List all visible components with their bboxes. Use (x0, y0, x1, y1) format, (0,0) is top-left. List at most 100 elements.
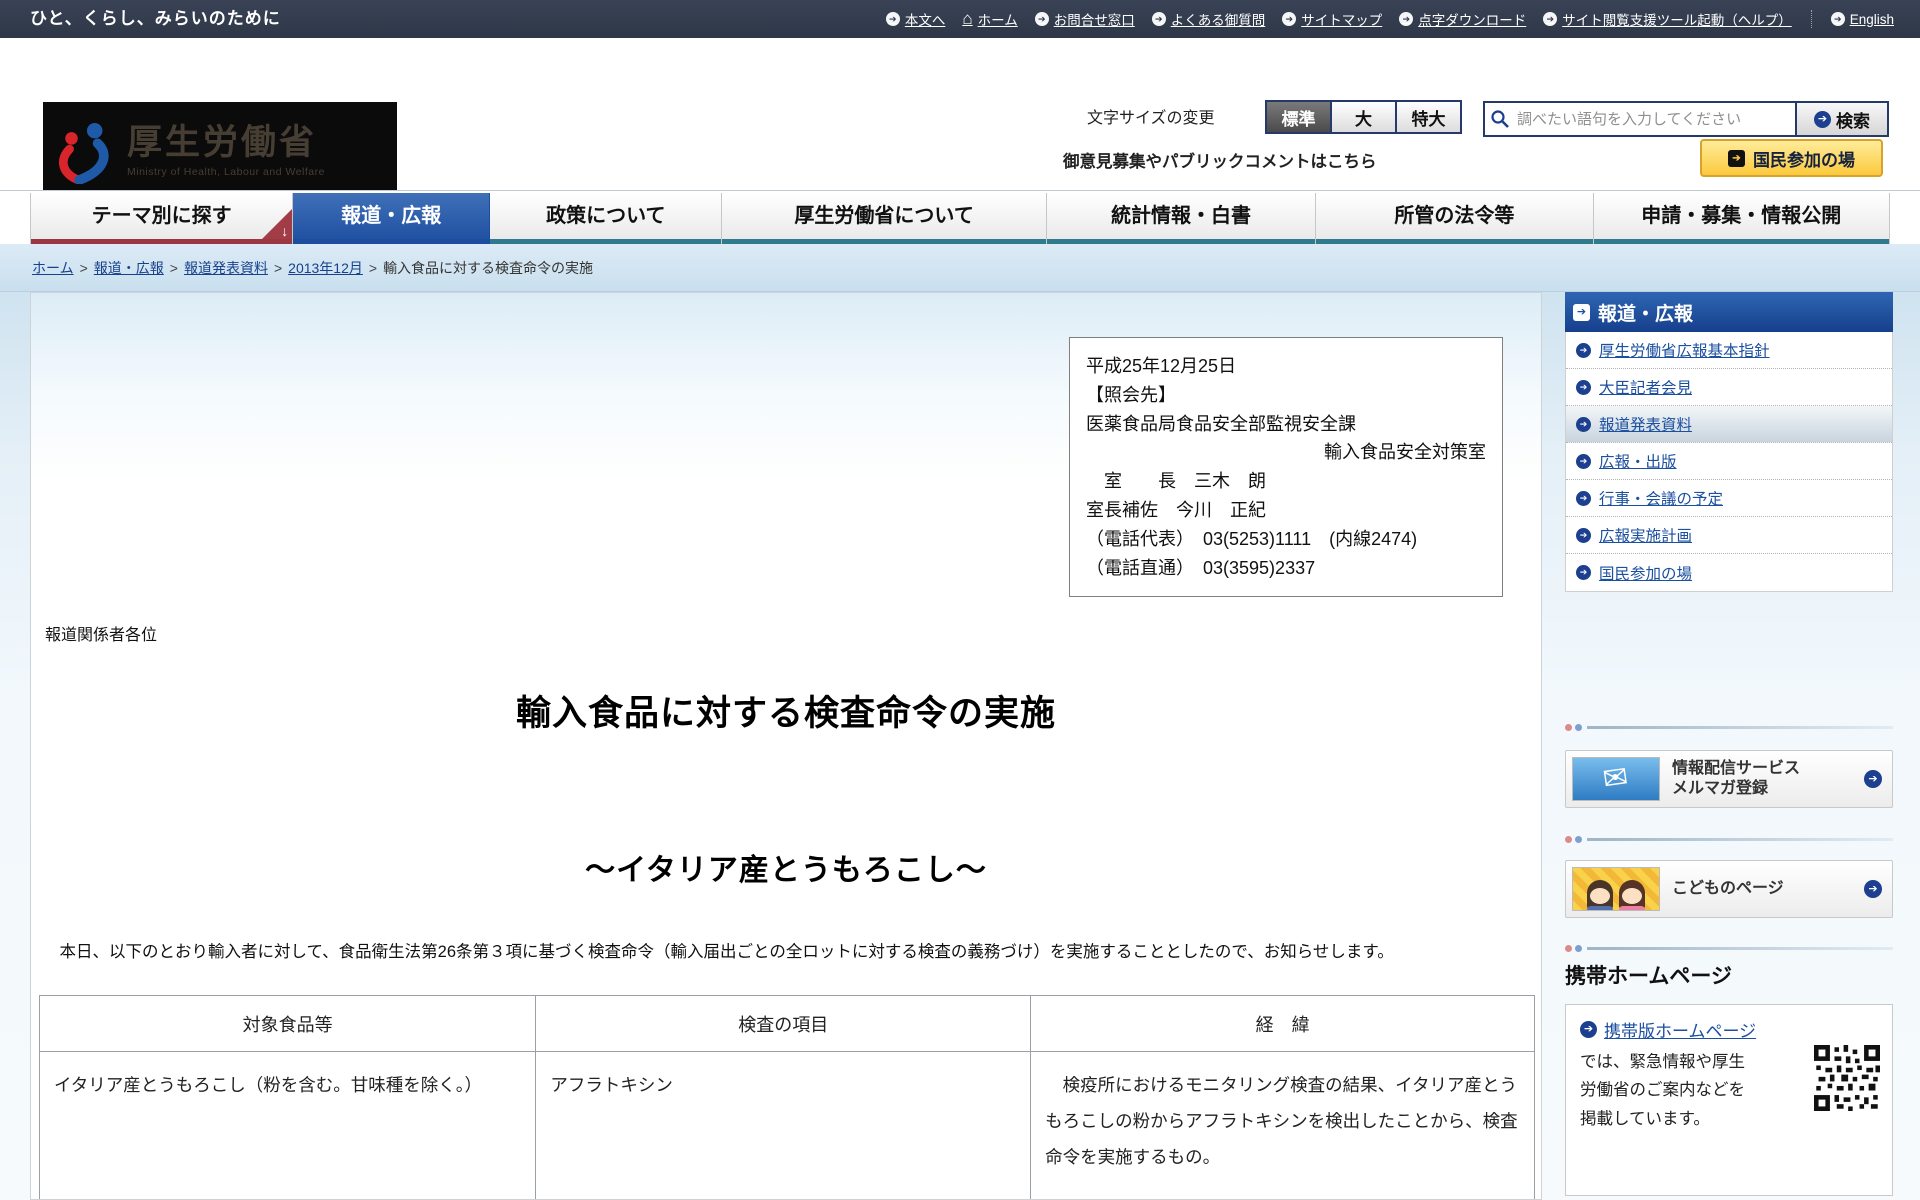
contact-office: 輸入食品安全対策室 (1324, 442, 1486, 463)
col-inspection-item: 検査の項目 (535, 995, 1032, 1052)
contact-deputy: 室長補佐 今川 正紀 (1086, 499, 1266, 520)
contact-director: 室 長 三木 朗 (1086, 471, 1266, 492)
salutation: 報道関係者各位 (45, 627, 158, 644)
logo-title: 厚生労働省 (127, 123, 318, 163)
lead-paragraph: 本日、以下のとおり輸入者に対して、食品衛生法第26条第３項に基づく検査命令（輸入… (43, 943, 1394, 961)
tab-laws[interactable]: 所管の法令等 (1316, 193, 1594, 245)
mail-banner-icon: ✉ (1572, 757, 1660, 801)
font-size-standard-button[interactable]: 標準 (1265, 100, 1332, 134)
topbar-link-contact[interactable]: ➔ お問合せ窓口 (1034, 9, 1135, 29)
mobile-homepage-text: では、緊急情報や厚生労働省のご案内などを掲載しています。 (1580, 1053, 1745, 1128)
page-title: 輸入食品に対する検査命令の実施 (515, 694, 1056, 733)
font-size-xlarge-button[interactable]: 特大 (1395, 100, 1462, 134)
mhlw-logo[interactable]: 厚生労働省 Ministry of Health, Labour and Wel… (43, 102, 397, 200)
kids-banner-label: こどものページ (1672, 880, 1784, 897)
public-comment-text: 御意見募集やパブリックコメントはこちら (1063, 153, 1377, 171)
arrow-circle-icon: ➔ (1282, 12, 1297, 26)
topbar-link-main-content[interactable]: ➔ 本文へ (885, 9, 945, 29)
kids-banner-icon (1572, 867, 1660, 911)
red-dot-icon (1565, 723, 1572, 731)
topbar-link-english[interactable]: ➔ English (1830, 12, 1894, 27)
arrow-circle-icon: ➔ (1576, 379, 1591, 395)
arrow-circle-icon: ➔ (1814, 110, 1831, 128)
arrow-circle-icon: ➔ (1034, 12, 1049, 26)
topbar-divider (1810, 10, 1812, 28)
topbar-link-home[interactable]: ⌂ ホーム (962, 9, 1017, 29)
sidebar-item-press-releases[interactable]: ➔ 報道発表資料 (1566, 406, 1892, 443)
contact-phone-direct: （電話直通） 03(3595)2337 (1086, 557, 1316, 578)
kids-page-banner[interactable]: こどものページ ➔ (1565, 860, 1893, 918)
arrow-circle-icon: ➔ (1576, 565, 1591, 580)
utility-links: ➔ 本文へ ⌂ ホーム ➔ お問合せ窓口 ➔ よくある御質問 ➔ サイトマップ ➔ 点字ダウ… (885, 0, 1894, 38)
mobile-homepage-box: ➔ 携帯版ホームページ では、緊急情報や厚生労働省のご案内などを掲載しています。 (1565, 1004, 1893, 1196)
mobile-homepage-link[interactable]: 携帯版ホームページ (1604, 1017, 1756, 1042)
sidebar-divider (1565, 944, 1893, 952)
sidebar-header-press[interactable]: ➔ 報道・広報 (1565, 292, 1893, 332)
tab-about-mhlw[interactable]: 厚生労働省について (722, 193, 1047, 245)
arrow-circle-icon: ➔ (1576, 342, 1591, 358)
utility-topbar: ひと、くらし、みらいのために ➔ 本文へ ⌂ ホーム ➔ お問合せ窓口 ➔ よくある御質… (0, 0, 1920, 38)
tab-themes[interactable]: テーマ別に探す ↓ (30, 193, 294, 245)
search-icon (1491, 110, 1509, 128)
font-size-large-button[interactable]: 大 (1330, 100, 1397, 134)
blue-dot-icon (1575, 944, 1582, 952)
sidebar-item-pr-policy[interactable]: ➔ 厚生労働省広報基本指針 (1566, 332, 1892, 369)
arrow-circle-icon: ➔ (1151, 12, 1166, 26)
tab-statistics[interactable]: 統計情報・白書 (1046, 193, 1317, 245)
sidebar-item-pr-plan[interactable]: ➔ 広報実施計画 (1566, 517, 1892, 554)
breadcrumb-press-releases[interactable]: 報道発表資料 (184, 260, 268, 276)
sidebar: ➔ 報道・広報 ➔ 厚生労働省広報基本指針 ➔ 大臣記者会見 ➔ 報道発表資料 ➔ 広報… (1565, 292, 1893, 1200)
arrow-circle-icon: ➔ (1864, 880, 1882, 898)
arrow-circle-icon: ➔ (885, 12, 900, 26)
font-size-label: 文字サイズの変更 (1087, 110, 1215, 127)
logo-subtitle: Ministry of Health, Labour and Welfare (127, 165, 325, 178)
blue-dot-icon (1575, 723, 1582, 731)
arrow-circle-icon: ➔ (1580, 1021, 1597, 1038)
topbar-link-braille[interactable]: ➔ 点字ダウンロード (1399, 9, 1526, 29)
inspection-order-table: 対象食品等 検査の項目 経 緯 イタリア産とうもろこし（粉を含む。甘味種を除く。… (38, 995, 1535, 1199)
chevron-down-icon: ↓ (281, 223, 289, 239)
press-contact-box: 平成25年12月25日 【照会先】 医薬食品局食品安全部監視安全課 輸入食品安全… (1069, 337, 1503, 598)
table-header-row: 対象食品等 検査の項目 経 緯 (38, 995, 1535, 1052)
public-participation-button[interactable]: ➔ 国民参加の場 (1700, 139, 1883, 177)
arrow-circle-icon: ➔ (1576, 490, 1591, 506)
mailmag-banner-label: 情報配信サービス メルマガ登録 (1672, 760, 1801, 797)
contact-heading: 【照会先】 (1086, 384, 1176, 405)
main-content: 平成25年12月25日 【照会先】 医薬食品局食品安全部監視安全課 輸入食品安全… (30, 292, 1542, 1200)
breadcrumb-home[interactable]: ホーム (32, 260, 74, 276)
blue-dot-icon (1575, 835, 1582, 843)
global-navigation: テーマ別に探す ↓ 報道・広報 政策について 厚生労働省について 統計情報・白書… (0, 190, 1920, 245)
cell-target-foods: イタリア産とうもろこし（粉を含む。甘味種を除く。） (38, 1051, 537, 1199)
page-subtitle: ～イタリア産とうもろこし～ (585, 854, 987, 887)
sidebar-item-publications[interactable]: ➔ 広報・出版 (1566, 443, 1892, 480)
breadcrumb-press[interactable]: 報道・広報 (94, 260, 164, 276)
arrow-circle-icon: ➔ (1576, 453, 1591, 469)
mailmag-banner[interactable]: ✉ 情報配信サービス メルマガ登録 ➔ (1565, 750, 1893, 808)
site-header: 厚生労働省 Ministry of Health, Labour and Wel… (0, 38, 1920, 200)
breadcrumb: ホーム > 報道・広報 > 報道発表資料 >2013年12月 > 輸入食品に対する検査命令の実… (0, 244, 1920, 292)
topbar-link-faq[interactable]: ➔ よくある御質問 (1151, 9, 1265, 29)
arrow-circle-icon: ➔ (1576, 527, 1591, 543)
sidebar-item-minister-press[interactable]: ➔ 大臣記者会見 (1566, 369, 1892, 406)
breadcrumb-2013-12[interactable]: 2013年12月 (288, 260, 363, 276)
search-button[interactable]: ➔ 検索 (1795, 101, 1889, 137)
logo-text: 厚生労働省 Ministry of Health, Labour and Wel… (127, 124, 325, 178)
col-background: 経 緯 (1030, 995, 1535, 1052)
site-search: ➔検索 (1483, 101, 1889, 137)
tab-press[interactable]: 報道・広報 (293, 193, 491, 245)
sidebar-item-participation[interactable]: ➔ 国民参加の場 (1566, 554, 1892, 591)
red-dot-icon (1565, 835, 1572, 843)
topbar-link-sitemap[interactable]: ➔ サイトマップ (1282, 9, 1382, 29)
sidebar-item-events[interactable]: ➔ 行事・会議の予定 (1566, 480, 1892, 517)
sidebar-divider (1565, 723, 1893, 731)
mhlw-logo-mark-icon (58, 122, 109, 184)
arrow-circle-icon: ➔ (1543, 12, 1558, 26)
search-input[interactable] (1483, 101, 1795, 137)
breadcrumb-current: 輸入食品に対する検査命令の実施 (383, 260, 594, 276)
sidebar-menu: ➔ 厚生労働省広報基本指針 ➔ 大臣記者会見 ➔ 報道発表資料 ➔ 広報・出版 ➔ 行事・… (1565, 332, 1893, 592)
arrow-circle-icon: ➔ (1830, 12, 1845, 26)
tab-applications[interactable]: 申請・募集・情報公開 (1593, 193, 1890, 245)
topbar-link-accessibility-tool[interactable]: ➔ サイト閲覧支援ツール起動（ヘルプ） (1543, 9, 1792, 29)
tab-policy[interactable]: 政策について (490, 193, 723, 245)
arrow-circle-icon: ➔ (1399, 12, 1414, 26)
